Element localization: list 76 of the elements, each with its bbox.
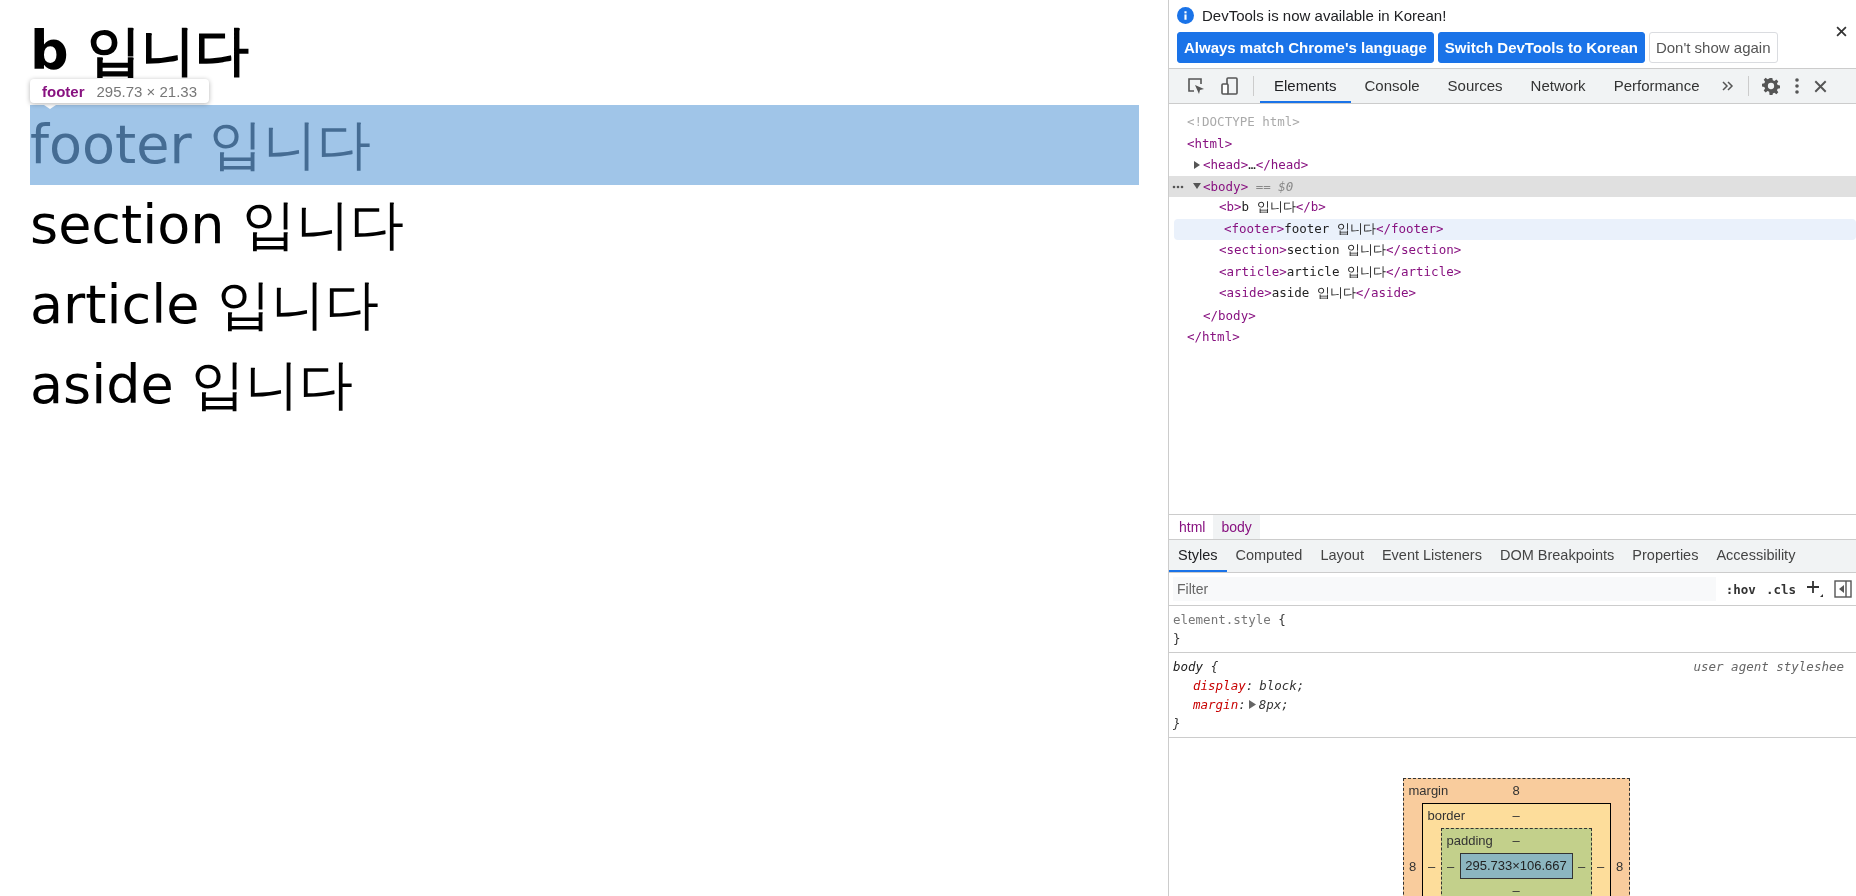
box-label: padding xyxy=(1446,833,1493,848)
new-rule-icon[interactable] xyxy=(1806,580,1824,598)
more-options-icon[interactable] xyxy=(1793,77,1800,95)
css-colon: : xyxy=(1238,696,1246,714)
box-value: – xyxy=(1445,858,1456,874)
closing-tag: </html> xyxy=(1187,329,1240,345)
box-value: – xyxy=(1595,858,1606,874)
box-value: – xyxy=(1512,808,1520,823)
content-box: 295.733×106.667 xyxy=(1459,853,1573,879)
dom-node[interactable]: <article>article 입니다</article> xyxy=(1219,263,1462,281)
dom-node[interactable]: <head>…</head> xyxy=(1203,157,1309,173)
class-button[interactable]: .cls xyxy=(1765,581,1796,597)
css-selector: element.style { xyxy=(1173,611,1286,629)
dom-node[interactable]: <b>b 입니다</b> xyxy=(1219,199,1326,217)
infobar-button[interactable]: Always match Chrome's language xyxy=(1177,32,1434,63)
ellipsis-icon[interactable] xyxy=(1172,184,1184,189)
closing-brace: } xyxy=(1173,630,1181,648)
dom-node[interactable]: <section>section 입니다</section> xyxy=(1219,242,1462,260)
styles-tab[interactable]: Computed xyxy=(1226,540,1312,572)
more-tabs-icon[interactable] xyxy=(1720,79,1735,93)
styles-tab[interactable]: Accessibility xyxy=(1707,540,1805,572)
dom-node[interactable]: <html> xyxy=(1187,135,1233,151)
breadcrumb[interactable]: body xyxy=(1213,515,1260,539)
box-label: border xyxy=(1427,808,1466,823)
page-text: section 입니다 xyxy=(30,192,405,258)
infobar-button[interactable]: Don't show again xyxy=(1648,32,1778,63)
info-icon xyxy=(1177,6,1194,24)
devtools-tab[interactable]: Elements xyxy=(1260,69,1351,103)
filter-field[interactable]: Filter xyxy=(1173,577,1716,601)
devtools-tab[interactable]: Network xyxy=(1516,69,1600,103)
css-colon: : xyxy=(1245,677,1254,695)
hover-state-button[interactable]: :hov xyxy=(1725,581,1756,597)
box-value: – xyxy=(1512,883,1520,896)
infobar-button[interactable]: Switch DevTools to Korean xyxy=(1437,32,1645,63)
devtools-tab[interactable]: Sources xyxy=(1433,69,1517,103)
page-text: footer 입니다 xyxy=(30,105,1139,185)
expand-arrow-icon[interactable] xyxy=(1193,182,1201,191)
box-value: – xyxy=(1512,833,1520,848)
devtools-tab[interactable]: Console xyxy=(1350,69,1434,103)
box-value: – xyxy=(1576,858,1587,874)
tooltip-tag: footer xyxy=(42,82,85,100)
box-value: 8 xyxy=(1407,858,1418,874)
css-property: margin xyxy=(1193,696,1239,714)
box-label: margin xyxy=(1408,783,1449,798)
tooltip-size: 295.73 × 21.33 xyxy=(96,82,197,100)
css-value: 8px; xyxy=(1258,696,1289,714)
dom-node[interactable]: <aside>aside 입니다</aside> xyxy=(1219,285,1417,303)
page-text: b 입니다 xyxy=(30,25,251,77)
closing-brace: } xyxy=(1173,715,1181,733)
box-value: – xyxy=(1426,858,1437,874)
styles-tab[interactable]: Event Listeners xyxy=(1372,540,1491,572)
styles-tab[interactable]: DOM Breakpoints xyxy=(1490,540,1624,572)
close-icon[interactable] xyxy=(1813,79,1827,93)
inspect-icon[interactable] xyxy=(1186,76,1206,96)
css-selector: body { xyxy=(1173,658,1219,676)
box-value: 8 xyxy=(1512,783,1520,798)
infobar-message: DevTools is now available in Korean! xyxy=(1202,6,1447,24)
styles-tab[interactable]: Properties xyxy=(1623,540,1708,572)
device-icon[interactable] xyxy=(1220,76,1240,96)
dom-node[interactable]: <body> == $0 xyxy=(1203,178,1294,194)
closing-tag: </body> xyxy=(1203,307,1256,323)
stylesheet-source: user agent styleshee xyxy=(1693,658,1845,676)
devtools-tab[interactable]: Performance xyxy=(1599,69,1714,103)
expand-arrow-icon[interactable] xyxy=(1193,160,1201,169)
breadcrumb[interactable]: html xyxy=(1171,515,1214,539)
styles-tab[interactable]: Layout xyxy=(1311,540,1373,572)
css-value: block; xyxy=(1259,677,1305,695)
page-text: aside 입니다 xyxy=(30,352,354,418)
css-property: display xyxy=(1193,677,1246,695)
sidebar-toggle-icon[interactable] xyxy=(1834,580,1852,598)
styles-tab[interactable]: Styles xyxy=(1169,540,1227,572)
page-text: article 입니다 xyxy=(30,272,380,338)
settings-icon[interactable] xyxy=(1761,77,1780,95)
expand-arrow-icon[interactable] xyxy=(1248,700,1256,709)
close-icon[interactable] xyxy=(1836,26,1847,37)
box-value: 8 xyxy=(1614,858,1625,874)
